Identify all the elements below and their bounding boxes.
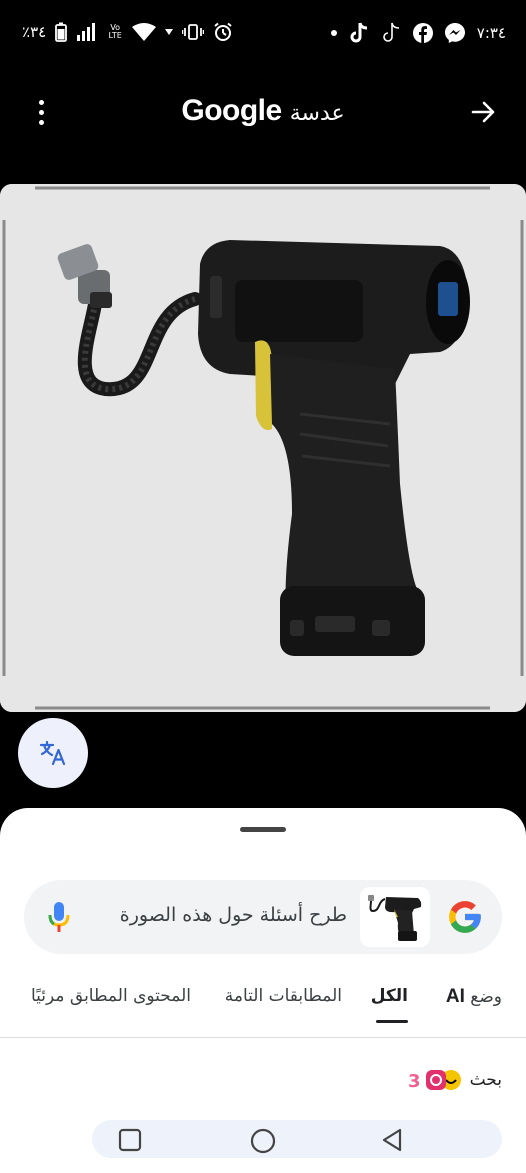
app-title: Google عدسة <box>0 94 526 128</box>
back-triangle-icon <box>382 1128 402 1152</box>
screen: ٪٣٤ Vo LTE ٧:٣٤ Google عدسة طرح أسئلة حو… <box>0 0 526 1173</box>
volte-icon: Vo LTE <box>107 24 123 40</box>
mic-icon[interactable] <box>48 900 70 934</box>
tiktok-icon <box>349 22 369 44</box>
tabs-divider <box>0 1037 526 1038</box>
google-wordmark: Google <box>181 94 282 127</box>
tab-exact-matches[interactable]: المطابقات التامة <box>225 986 342 1006</box>
status-left: ٪٣٤ Vo LTE <box>22 22 233 42</box>
clock-time: ٧:٣٤ <box>476 24 506 42</box>
dot-icon <box>330 30 337 36</box>
sheet-drag-handle[interactable] <box>240 827 286 832</box>
system-nav-bar <box>92 1120 502 1158</box>
thumbnail-image <box>360 887 430 947</box>
status-bar: ٪٣٤ Vo LTE ٧:٣٤ <box>0 0 526 70</box>
forward-arrow-button[interactable] <box>468 96 500 128</box>
search-bar[interactable]: طرح أسئلة حول هذه الصورة <box>24 880 502 954</box>
square-icon <box>118 1128 142 1152</box>
alarm-icon <box>213 22 233 42</box>
image-thumbnail[interactable] <box>360 887 430 947</box>
result-source-icons: 3 <box>406 1068 462 1092</box>
circle-icon <box>250 1128 276 1154</box>
search-input[interactable]: طرح أسئلة حول هذه الصورة <box>120 904 347 926</box>
search-image[interactable] <box>0 184 526 712</box>
active-tab-indicator <box>376 1020 408 1023</box>
app-bar: Google عدسة <box>0 80 526 144</box>
facebook-icon <box>412 23 433 43</box>
result-tabs: وضع AI الكل المطابقات التامة المحتوى الم… <box>0 986 526 1036</box>
wifi-icon <box>132 23 157 41</box>
signal-icon <box>76 23 98 41</box>
source-logos-icon: 3 <box>408 1070 461 1092</box>
svg-text:3: 3 <box>408 1071 421 1092</box>
tab-visual-matches[interactable]: المحتوى المطابق مرئيًا <box>31 986 191 1006</box>
recents-button[interactable] <box>118 1128 142 1152</box>
lens-label: عدسة <box>289 101 345 126</box>
tiktok-outline-icon <box>381 22 401 44</box>
home-button[interactable] <box>250 1128 276 1154</box>
vibrate-icon <box>182 23 205 41</box>
tab-ai-label: AI <box>445 986 465 1007</box>
tab-ai-prefix: وضع <box>470 987 502 1007</box>
volte-label: Vo LTE <box>108 23 122 40</box>
back-button[interactable] <box>380 1128 404 1152</box>
google-g-icon[interactable] <box>446 898 484 936</box>
status-right: ٧:٣٤ <box>330 22 506 44</box>
tab-all[interactable]: الكل <box>371 986 408 1006</box>
tire-inflator-image <box>0 184 526 712</box>
arrow-right-icon <box>471 101 495 123</box>
battery-icon <box>55 22 68 42</box>
translate-button[interactable] <box>18 718 88 788</box>
results-sheet: طرح أسئلة حول هذه الصورة وضع AI الكل الم… <box>0 808 526 1173</box>
battery-percent: ٪٣٤ <box>22 23 47 41</box>
tab-ai-mode[interactable]: وضع AI <box>446 986 502 1008</box>
result-item[interactable]: بحث 3 <box>406 1068 502 1092</box>
data-arrow-icon <box>165 28 174 36</box>
translate-icon <box>39 740 66 766</box>
result-label: بحث <box>469 1070 502 1090</box>
messenger-icon <box>444 23 465 43</box>
